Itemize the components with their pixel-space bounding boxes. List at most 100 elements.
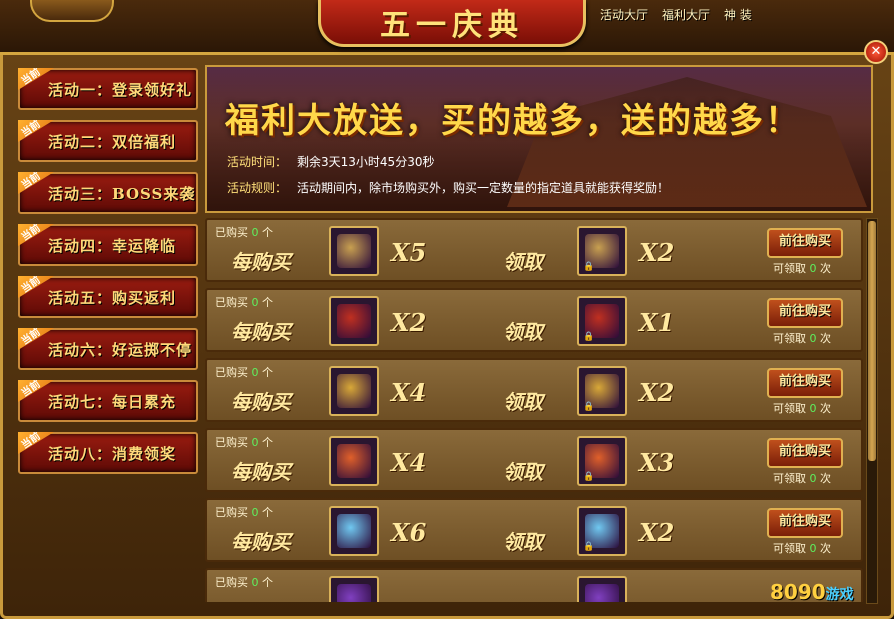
sidebar-item-label: 活动四：幸运降临 — [48, 237, 177, 255]
go-buy-button[interactable]: 前往购买 — [767, 298, 843, 328]
buy-multiplier: X2 — [391, 308, 427, 337]
reward-item-slot[interactable]: 🔒 — [577, 576, 627, 602]
reward-row: 已购买 0 个每购买 X5 领取 🔒 X2 前往购买 可领取 0 次 — [205, 218, 863, 282]
sidebar-item-label: 活动七：每日累充 — [48, 393, 177, 411]
buy-item-slot[interactable] — [329, 296, 379, 346]
bought-count: 已购买 0 个 — [215, 504, 273, 520]
sidebar-item-5[interactable]: 当前 活动五：购买返利 — [18, 276, 198, 318]
lock-icon: 🔒 — [583, 262, 595, 272]
reward-row: 已购买 0 个每购买 X4 领取 🔒 X3 前往购买 可领取 0 次 — [205, 428, 863, 492]
lock-icon: 🔒 — [583, 472, 595, 482]
go-buy-button[interactable]: 前往购买 — [767, 438, 843, 468]
claim-prefix: 可领取 — [773, 332, 806, 345]
bought-unit: 个 — [262, 576, 273, 589]
firecracker-icon — [337, 304, 371, 338]
event-time: 活动时间： 剩余3天13小时45分30秒 — [227, 153, 434, 170]
ribbon-label: 当前 — [19, 274, 43, 296]
bought-number: 0 — [251, 226, 259, 239]
receive-label: 领取 — [503, 530, 543, 554]
claim-number: 0 — [809, 402, 817, 415]
time-label: 活动时间： — [227, 155, 288, 169]
claimable-count: 可领取 0 次 — [773, 260, 831, 276]
sidebar-item-2[interactable]: 当前 活动二：双倍福利 — [18, 120, 198, 162]
buy-multiplier: X5 — [391, 238, 427, 267]
claimable-count: 可领取 0 次 — [773, 400, 831, 416]
ribbon-label: 当前 — [19, 66, 43, 88]
buy-item-slot[interactable] — [329, 366, 379, 416]
sidebar-item-4[interactable]: 当前 活动四：幸运降临 — [18, 224, 198, 266]
buy-multiplier: X6 — [391, 518, 427, 547]
buy-item-slot[interactable] — [329, 226, 379, 276]
bought-number: 0 — [251, 506, 259, 519]
ribbon-label: 当前 — [19, 118, 43, 140]
claimable-count: 可领取 0 次 — [773, 330, 831, 346]
sidebar-item-label: 活动五：购买返利 — [48, 289, 177, 307]
buy-multiplier: X4 — [391, 378, 427, 407]
buy-item-slot[interactable] — [329, 576, 379, 602]
scrollbar[interactable] — [866, 218, 878, 604]
claim-number: 0 — [809, 542, 817, 555]
receive-label: 领取 — [503, 460, 543, 484]
reward-multiplier: X1 — [639, 308, 675, 337]
reward-item-slot[interactable]: 🔒 — [577, 506, 627, 556]
reward-item-slot[interactable]: 🔒 — [577, 436, 627, 486]
time-value: 剩余3天13小时45分30秒 — [297, 155, 435, 169]
reward-row: 已购买 0 个每购买 X2 领取 🔒 X1 前往购买可领取 0 次 — [205, 288, 863, 352]
receive-label: 领取 — [503, 320, 543, 344]
scroll-icon — [337, 234, 371, 268]
nav-activity-hall[interactable]: 活动大厅 — [600, 6, 648, 23]
crystal-orb-icon — [337, 514, 371, 548]
sidebar-item-7[interactable]: 当前 活动七：每日累充 — [18, 380, 198, 422]
watermark-logo: 8090游戏 — [770, 580, 854, 604]
go-buy-button[interactable]: 前往购买 — [767, 228, 843, 258]
each-buy-label: 每购买 — [231, 530, 291, 554]
bought-count: 已购买 0 个 — [215, 294, 273, 310]
reward-item-slot[interactable]: 🔒 — [577, 226, 627, 276]
bought-number: 0 — [251, 366, 259, 379]
go-buy-button[interactable]: 前往购买 — [767, 508, 843, 538]
bought-prefix: 已购买 — [215, 506, 248, 519]
emblem-ornament — [30, 0, 114, 22]
claim-unit: 次 — [820, 332, 831, 345]
buy-item-slot[interactable] — [329, 436, 379, 486]
sidebar-item-1[interactable]: 当前 活动一：登录领好礼 — [18, 68, 198, 110]
scroll-thumb[interactable] — [868, 221, 876, 461]
bought-prefix: 已购买 — [215, 436, 248, 449]
buy-item-slot[interactable] — [329, 506, 379, 556]
reward-multiplier: X2 — [639, 378, 675, 407]
reward-item-slot[interactable]: 🔒 — [577, 366, 627, 416]
reward-item-slot[interactable]: 🔒 — [577, 296, 627, 346]
close-button[interactable]: ✕ — [864, 40, 888, 64]
reward-row: 已购买 0 个每购买 X6 领取 🔒 X2 前往购买 可领取 0 次 — [205, 498, 863, 562]
sidebar-item-6[interactable]: 当前 活动六：好运掷不停 — [18, 328, 198, 370]
ribbon-label: 当前 — [19, 326, 43, 348]
bought-number: 0 — [251, 296, 259, 309]
bought-prefix: 已购买 — [215, 296, 248, 309]
rule-label: 活动规则： — [227, 181, 288, 195]
nav-divine-gear[interactable]: 神 装 — [724, 6, 752, 23]
sidebar-item-label: 活动六：好运掷不停 — [48, 341, 193, 359]
purple-gem-icon — [337, 584, 371, 602]
each-buy-label: 每购买 — [231, 460, 291, 484]
claim-prefix: 可领取 — [773, 402, 806, 415]
event-rule: 活动规则： 活动期间内，除市场购买外，购买一定数量的指定道具就能获得奖励！ — [227, 179, 669, 196]
each-buy-label: 每购买 — [231, 320, 291, 344]
claim-unit: 次 — [820, 262, 831, 275]
bought-count: 已购买 0 个 — [215, 434, 273, 450]
claim-prefix: 可领取 — [773, 542, 806, 555]
claim-prefix: 可领取 — [773, 472, 806, 485]
receive-label: 领取 — [503, 250, 543, 274]
claim-unit: 次 — [820, 542, 831, 555]
ribbon-label: 当前 — [19, 222, 43, 244]
each-buy-label: 每购买 — [231, 250, 291, 274]
title-plate: 五一庆典 — [318, 0, 586, 47]
ribbon-label: 当前 — [19, 170, 43, 192]
bought-count: 已购买 0 个 — [215, 574, 273, 590]
lock-icon: 🔒 — [583, 402, 595, 412]
sidebar-item-8[interactable]: 当前 活动八：消费领奖 — [18, 432, 198, 474]
go-buy-button[interactable]: 前往购买 — [767, 368, 843, 398]
sidebar-item-3[interactable]: 当前 活动三：BOSS来袭 — [18, 172, 198, 214]
claim-number: 0 — [809, 472, 817, 485]
claim-unit: 次 — [820, 402, 831, 415]
nav-welfare-hall[interactable]: 福利大厅 — [662, 6, 710, 23]
